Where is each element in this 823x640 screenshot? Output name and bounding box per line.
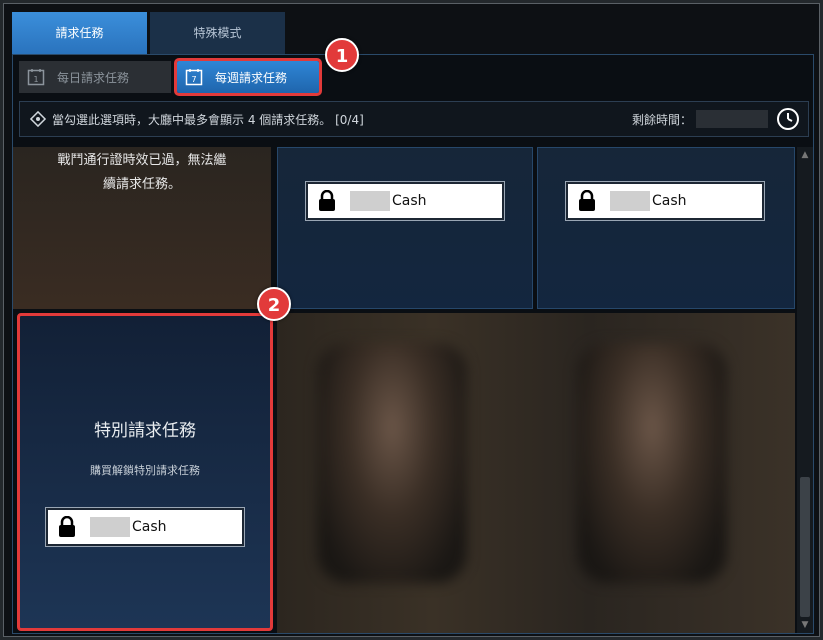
tab-special-mode[interactable]: 特殊模式 [150, 12, 285, 54]
cash-label: Cash [392, 193, 427, 209]
expired-line-2: 續請求任務。 [102, 177, 181, 192]
locked-mission-card: Cash [537, 147, 795, 309]
tab-weekly-missions[interactable]: 7 每週請求任務 [174, 58, 322, 96]
remaining-time-label: 剩餘時間： [631, 112, 692, 127]
blurred-mission-area [277, 313, 795, 633]
tab-weekly-label: 每週請求任務 [215, 70, 288, 85]
expired-mission-card: 戰鬥通行證時效已過，無法繼 續請求任務。 [13, 147, 271, 309]
scroll-up-arrow-icon[interactable]: ▲ [797, 147, 813, 163]
cash-label: Cash [652, 193, 687, 209]
price-hidden [350, 191, 390, 211]
tab-daily-label: 每日請求任務 [57, 70, 130, 85]
info-text: 當勾選此選項時，大廳中最多會顯示 4 個請求任務。 [0/4] [52, 112, 364, 127]
callout-badge-1: 1 [325, 38, 359, 72]
price-hidden [90, 517, 130, 537]
expired-message: 戰鬥通行證時效已過，無法繼 續請求任務。 [13, 149, 271, 197]
scrollbar[interactable]: ▲ ▼ [797, 147, 813, 633]
locked-mission-card: Cash [277, 147, 533, 309]
info-bar: 當勾選此選項時，大廳中最多會顯示 4 個請求任務。 [0/4] 剩餘時間： [19, 101, 809, 137]
expired-line-1: 戰鬥通行證時效已過，無法繼 [57, 153, 227, 168]
special-mission-title: 特別請求任務 [94, 421, 196, 441]
scroll-down-arrow-icon[interactable]: ▼ [797, 617, 813, 633]
cash-label: Cash [132, 519, 167, 535]
remaining-time-value [696, 110, 768, 128]
svg-text:7: 7 [191, 75, 196, 84]
diamond-checkbox-icon[interactable] [29, 110, 47, 128]
calendar-7-icon: 7 [185, 68, 203, 86]
tab-daily-missions[interactable]: 1 每日請求任務 [19, 61, 171, 93]
blurred-portrait [317, 343, 467, 583]
mission-grid: 戰鬥通行證時效已過，無法繼 續請求任務。 Cash Cash 特別請求任務 購買… [13, 147, 795, 633]
quest-window: 請求任務 特殊模式 1 每日請求任務 7 每週請求任務 當勾選此選項時，大廳中最… [3, 3, 820, 637]
lock-icon [58, 515, 76, 538]
clock-icon [776, 107, 800, 131]
scroll-thumb[interactable] [800, 477, 810, 617]
sub-tabs: 1 每日請求任務 7 每週請求任務 [19, 58, 325, 96]
special-mission-subtitle: 購買解鎖特別請求任務 [90, 464, 200, 477]
content-panel: 1 每日請求任務 7 每週請求任務 當勾選此選項時，大廳中最多會顯示 4 個請求… [12, 54, 814, 634]
unlock-special-cash-button[interactable]: Cash [45, 507, 245, 547]
unlock-cash-button[interactable]: Cash [565, 181, 765, 221]
unlock-cash-button[interactable]: Cash [305, 181, 505, 221]
calendar-1-icon: 1 [27, 68, 45, 86]
special-mission-card[interactable]: 特別請求任務 購買解鎖特別請求任務 Cash [17, 313, 273, 631]
blurred-portrait [577, 343, 727, 583]
lock-icon [578, 189, 596, 212]
lock-icon [318, 189, 336, 212]
tab-request-missions[interactable]: 請求任務 [12, 12, 147, 54]
svg-text:1: 1 [33, 75, 38, 84]
callout-badge-2: 2 [257, 287, 291, 321]
price-hidden [610, 191, 650, 211]
main-tabs: 請求任務 特殊模式 [12, 12, 288, 54]
